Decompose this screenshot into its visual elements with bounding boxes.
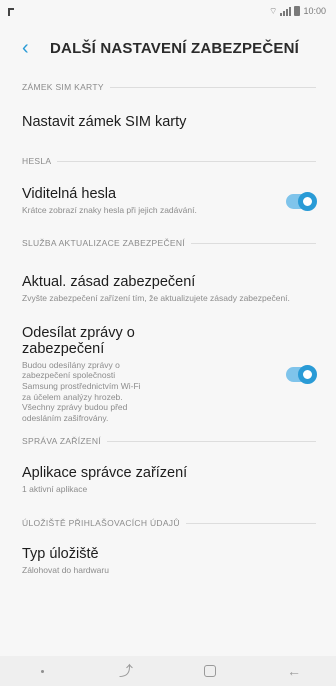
- status-bar: ⌔ 10:00: [0, 0, 336, 22]
- security-policy-subtitle: Zvyšte zabezpečení zařízení tím, že aktu…: [22, 293, 290, 304]
- security-policy-title: Aktual. zásad zabezpečení: [22, 274, 196, 291]
- status-time: 10:00: [303, 6, 326, 16]
- security-reports-title: Odesílat zprávy o zabezpečení: [22, 324, 135, 357]
- sim-lock-title: Nastavit zámek SIM karty: [22, 114, 187, 130]
- device-admin-apps-item[interactable]: Aplikace správce zařízení 1 aktivní apli…: [0, 452, 336, 508]
- device-admin-apps-title: Aplikace správce zařízení: [22, 465, 188, 482]
- home-icon[interactable]: [190, 656, 230, 686]
- storage-type-subtitle: Zálohovat do hardwaru: [22, 565, 109, 576]
- navigation-bar: ⤴ ←: [0, 656, 336, 686]
- back-arrow-icon[interactable]: ←: [274, 656, 314, 686]
- section-header-credential-storage: ÚLOŽIŠTĚ PŘIHLAŠOVACÍCH ÚDAJŮ: [0, 512, 336, 534]
- visible-passwords-subtitle: Krátce zobrazí znaky hesla při jejich za…: [22, 205, 197, 216]
- security-reports-item[interactable]: Odesílat zprávy o zabezpečení Budou odes…: [0, 324, 336, 424]
- section-header-security-update: SLUŽBA AKTUALIZACE ZABEZPEČENÍ: [0, 232, 336, 254]
- visible-passwords-item[interactable]: Viditelná hesla Krátce zobrazí znaky hes…: [0, 172, 336, 230]
- device-admin-apps-subtitle: 1 aktivní aplikace: [22, 484, 88, 495]
- recent-apps-icon[interactable]: ⤴: [106, 656, 146, 686]
- section-header-passwords: HESLA: [0, 150, 336, 172]
- page-title: DALŠÍ NASTAVENÍ ZABEZPEČENÍ: [50, 39, 300, 57]
- settings-list: ZÁMEK SIM KARTY Nastavit zámek SIM karty…: [0, 76, 336, 588]
- storage-type-item[interactable]: Typ úložiště Zálohovat do hardwaru: [0, 534, 336, 588]
- security-reports-toggle[interactable]: [286, 364, 317, 384]
- section-header-device-admin: SPRÁVA ZAŘÍZENÍ: [0, 430, 336, 452]
- security-policy-item[interactable]: Aktual. zásad zabezpečení Zvyšte zabezpe…: [0, 254, 336, 324]
- security-reports-subtitle: Budou odesílány zprávy o zabezpečení spo…: [22, 359, 141, 423]
- wifi-icon: ⌔: [269, 5, 278, 16]
- signal-icon: [280, 6, 292, 16]
- chevron-left-icon[interactable]: ‹: [22, 36, 46, 60]
- sim-lock-item[interactable]: Nastavit zámek SIM karty: [0, 98, 336, 146]
- app-bar: ‹ DALŠÍ NASTAVENÍ ZABEZPEČENÍ: [0, 30, 336, 66]
- visible-passwords-toggle[interactable]: [286, 191, 317, 211]
- storage-type-title: Typ úložiště: [22, 546, 99, 563]
- section-header-sim: ZÁMEK SIM KARTY: [0, 76, 336, 98]
- visible-passwords-title: Viditelná hesla: [22, 186, 117, 203]
- nav-dot-icon[interactable]: [22, 656, 62, 686]
- battery-icon: [294, 6, 301, 16]
